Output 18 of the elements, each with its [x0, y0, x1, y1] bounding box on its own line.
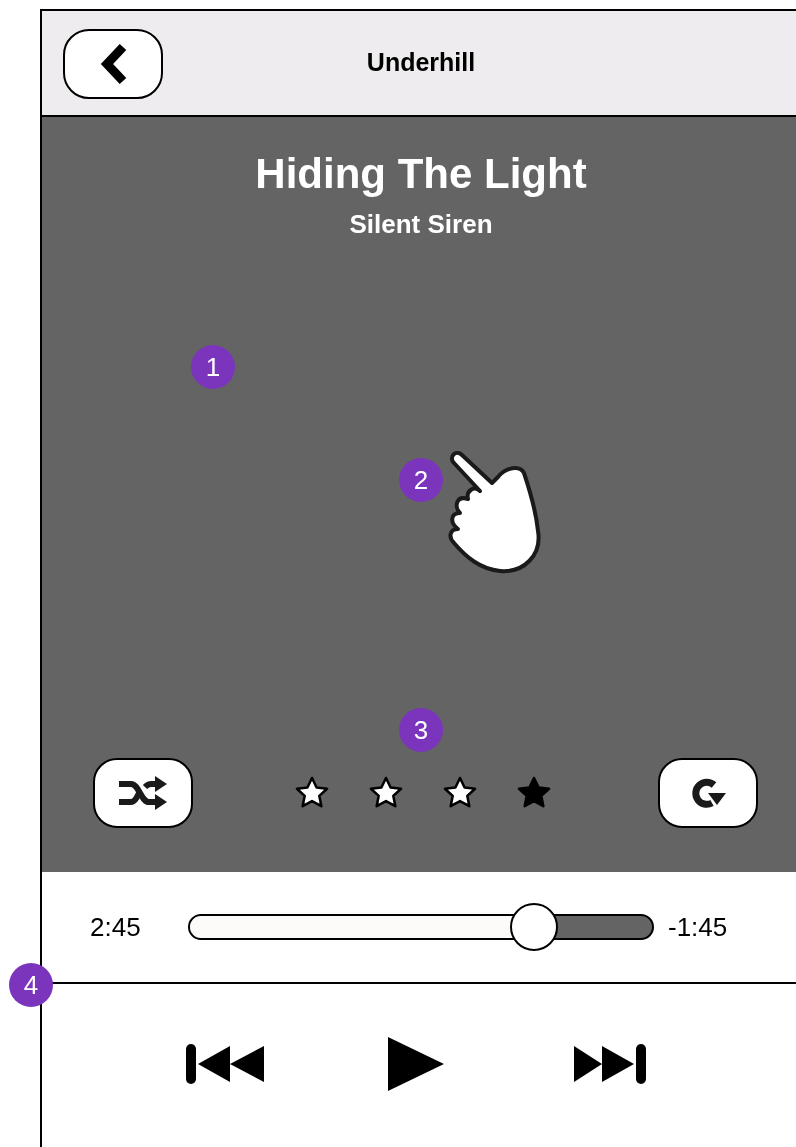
remaining-time: -1:45: [668, 910, 728, 944]
progress-thumb[interactable]: [510, 903, 559, 951]
back-button[interactable]: [63, 29, 163, 99]
elapsed-time: 2:45: [90, 910, 142, 944]
play-icon[interactable]: [388, 1037, 444, 1091]
annotation-marker: 4: [9, 963, 53, 1007]
next-track-icon[interactable]: [574, 1044, 646, 1084]
screen-title: Underhill: [366, 47, 476, 79]
repeat-button[interactable]: [658, 758, 758, 828]
shuffle-icon: [117, 775, 169, 811]
previous-track-icon[interactable]: [186, 1044, 264, 1084]
annotation-marker: 3: [399, 708, 443, 752]
annotation-marker: 2: [399, 458, 443, 502]
progress-slider[interactable]: [188, 903, 654, 951]
artist-name: Silent Siren: [349, 208, 493, 240]
song-title: Hiding The Light: [255, 149, 587, 199]
shuffle-button[interactable]: [93, 758, 193, 828]
annotation-marker: 1: [191, 345, 235, 389]
